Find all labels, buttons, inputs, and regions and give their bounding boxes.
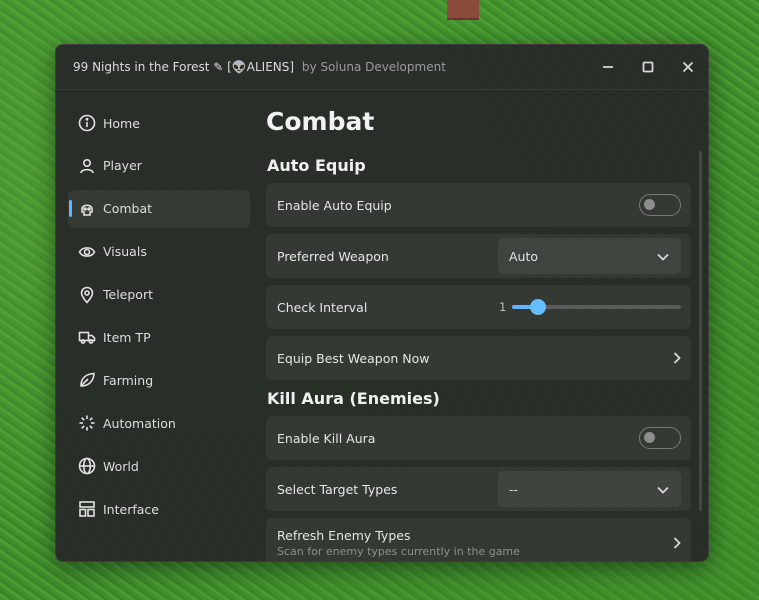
row-label: Refresh Enemy Types	[277, 528, 411, 543]
select-target-types-dropdown[interactable]: --	[498, 471, 681, 507]
section-title-kill-aura: Kill Aura (Enemies)	[267, 389, 440, 408]
chevron-down-icon	[657, 249, 669, 264]
sidebar-item-home[interactable]: Home	[68, 104, 250, 142]
enable-kill-aura-toggle[interactable]	[639, 427, 681, 449]
row-label: Select Target Types	[277, 481, 398, 497]
sidebar-item-label: Player	[103, 158, 142, 174]
maximize-button[interactable]	[628, 45, 668, 89]
close-icon	[682, 61, 694, 73]
close-button[interactable]	[668, 45, 708, 89]
slider-thumb[interactable]	[529, 299, 546, 315]
row-label: Enable Auto Equip	[277, 197, 392, 213]
select-target-types-row: Select Target Types --	[266, 467, 691, 511]
sidebar-item-label: Interface	[103, 501, 159, 517]
chevron-down-icon	[657, 482, 669, 497]
refresh-enemy-types-button[interactable]: Refresh Enemy Types Scan for enemy types…	[266, 518, 691, 561]
user-icon	[77, 156, 97, 176]
main-content: Combat Auto Equip Enable Auto Equip Pref…	[266, 104, 691, 561]
sidebar-item-label: Teleport	[103, 287, 153, 303]
title-bar[interactable]: 99 Nights in the Forest ✎ [👽ALIENS] by S…	[56, 45, 708, 90]
equip-best-weapon-button[interactable]: Equip Best Weapon Now	[266, 336, 691, 380]
sidebar-item-automation[interactable]: Automation	[68, 404, 250, 442]
sidebar-item-combat[interactable]: Combat	[68, 189, 250, 228]
loader-icon	[77, 413, 97, 433]
preferred-weapon-dropdown[interactable]: Auto	[498, 238, 681, 274]
window-title: 99 Nights in the Forest ✎ [👽ALIENS] by S…	[73, 60, 446, 74]
row-label: Equip Best Weapon Now	[277, 350, 430, 366]
sidebar-item-world[interactable]: World	[68, 447, 250, 485]
sidebar-item-visuals[interactable]: Visuals	[68, 233, 250, 271]
game-background-block	[447, 0, 479, 20]
sidebar-item-farming[interactable]: Farming	[68, 361, 250, 399]
eye-icon	[77, 242, 97, 262]
enable-auto-equip-toggle[interactable]	[639, 194, 681, 216]
dropdown-value: --	[509, 481, 519, 497]
sidebar-item-label: World	[103, 458, 139, 474]
section-title-auto-equip: Auto Equip	[267, 156, 366, 175]
info-icon	[77, 113, 97, 133]
check-interval-slider[interactable]	[512, 299, 681, 315]
enable-auto-equip-row: Enable Auto Equip	[266, 183, 691, 227]
sidebar-item-player[interactable]: Player	[68, 147, 250, 185]
app-window: 99 Nights in the Forest ✎ [👽ALIENS] by S…	[55, 44, 709, 562]
minimize-icon	[603, 66, 613, 68]
sidebar-item-label: Visuals	[103, 244, 147, 260]
sidebar-item-label: Home	[103, 115, 140, 131]
map-pin-icon	[77, 285, 97, 305]
sidebar-item-label: Item TP	[103, 329, 151, 345]
row-label: Preferred Weapon	[277, 248, 389, 264]
sidebar-item-item-tp[interactable]: Item TP	[68, 318, 250, 356]
layout-icon	[77, 499, 97, 519]
slider-value: 1	[499, 300, 507, 314]
sidebar: Home Player Combat Visuals Teleport Item…	[68, 104, 250, 533]
maximize-icon	[642, 61, 654, 73]
skull-icon	[77, 199, 97, 219]
sidebar-item-interface[interactable]: Interface	[68, 490, 250, 528]
window-controls	[588, 45, 708, 89]
globe-icon	[77, 456, 97, 476]
page-title: Combat	[266, 107, 375, 136]
minimize-button[interactable]	[588, 45, 628, 89]
row-label: Enable Kill Aura	[277, 430, 376, 446]
preferred-weapon-row: Preferred Weapon Auto	[266, 234, 691, 278]
enable-kill-aura-row: Enable Kill Aura	[266, 416, 691, 460]
leaf-icon	[77, 370, 97, 390]
toggle-knob	[644, 199, 655, 210]
row-label-group: Refresh Enemy Types Scan for enemy types…	[277, 528, 520, 558]
row-description: Scan for enemy types currently in the ga…	[277, 545, 520, 558]
chevron-right-icon	[673, 537, 681, 549]
window-subtitle: by Soluna Development	[301, 60, 446, 74]
sidebar-item-label: Combat	[103, 201, 153, 217]
sidebar-item-label: Farming	[103, 372, 154, 388]
check-interval-slider-wrap: 1	[499, 299, 681, 315]
sidebar-item-teleport[interactable]: Teleport	[68, 276, 250, 314]
chevron-right-icon	[673, 352, 681, 364]
dropdown-value: Auto	[509, 248, 539, 264]
window-title-text: 99 Nights in the Forest ✎ [👽ALIENS]	[73, 60, 295, 74]
row-label: Check Interval	[277, 299, 368, 315]
content-scrollbar[interactable]	[699, 151, 702, 511]
check-interval-row: Check Interval 1	[266, 285, 691, 329]
truck-icon	[77, 327, 97, 347]
toggle-knob	[644, 432, 655, 443]
sidebar-item-label: Automation	[103, 415, 176, 431]
